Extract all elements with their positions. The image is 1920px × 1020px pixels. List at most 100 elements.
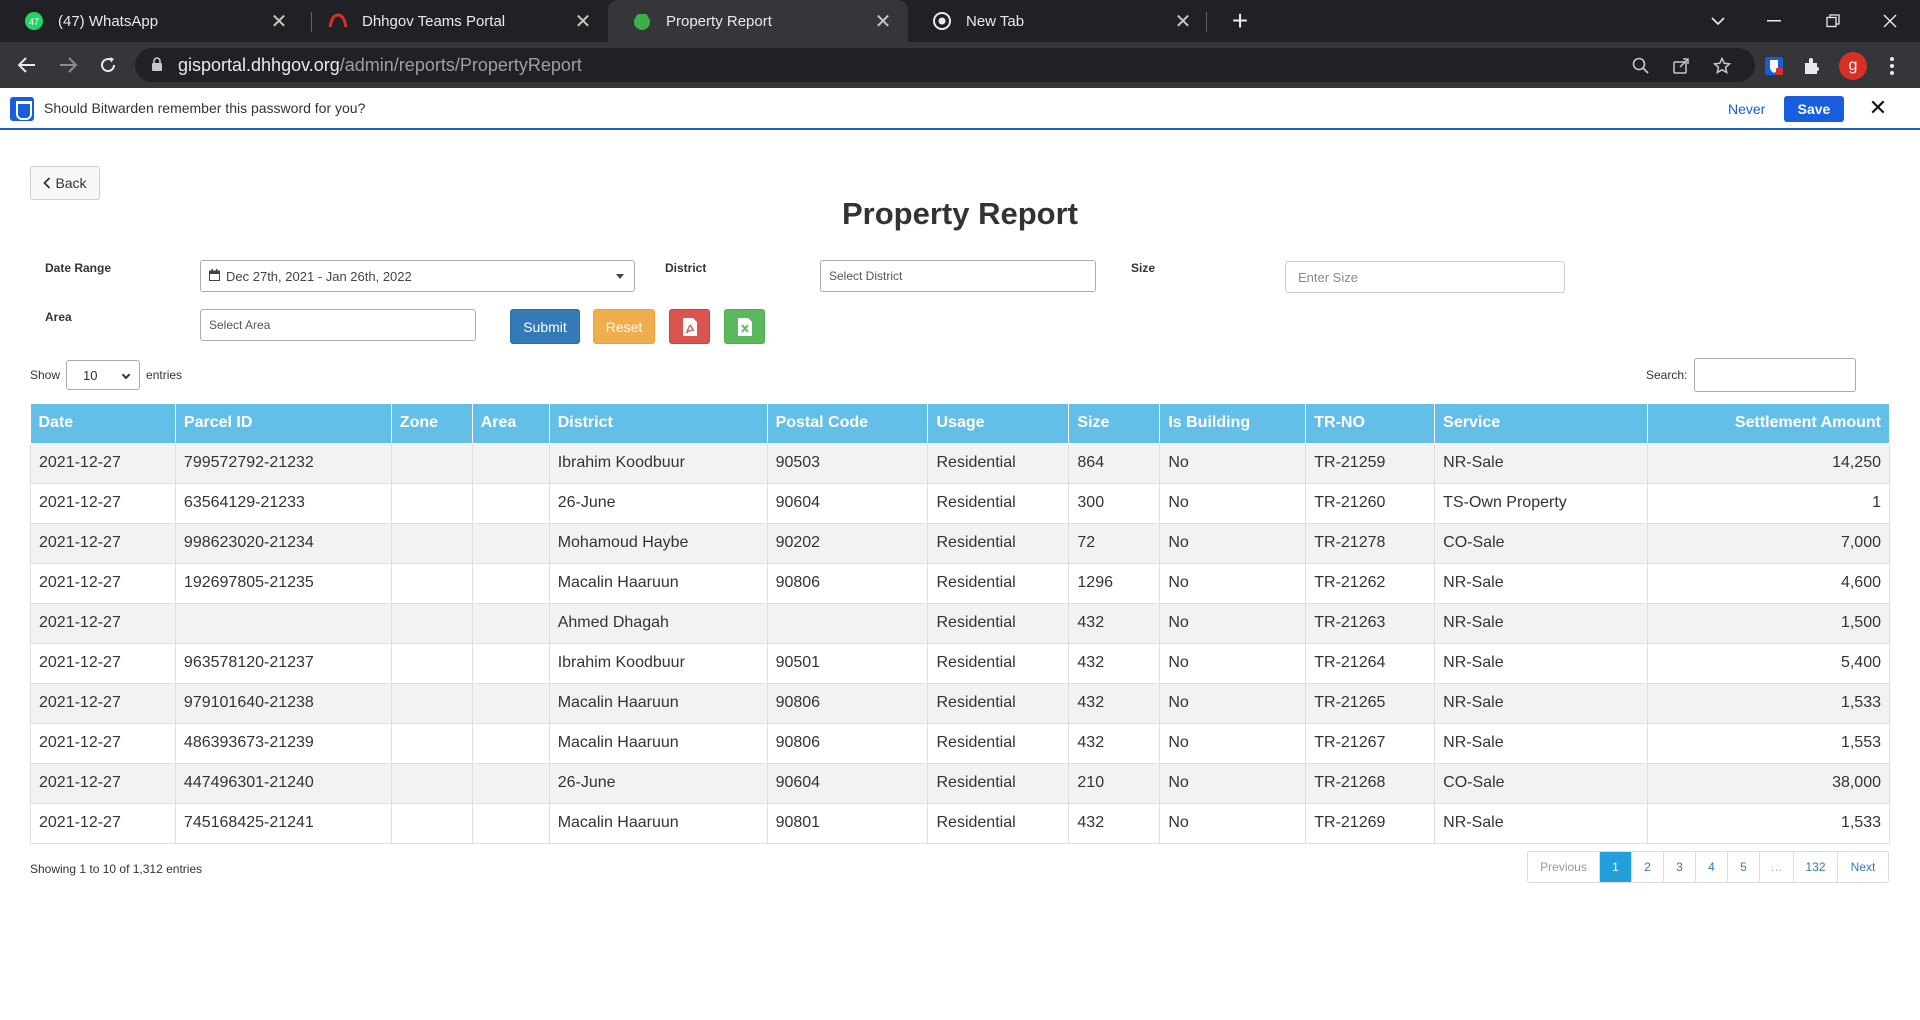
cell-area	[471, 802, 550, 844]
lock-icon[interactable]	[151, 57, 163, 71]
close-icon[interactable]: ✕	[1866, 95, 1890, 120]
cell-zone	[390, 642, 473, 684]
back-button[interactable]: Back	[30, 166, 100, 200]
close-tab-icon[interactable]: ✕	[1168, 9, 1198, 34]
omnibox[interactable]: gisportal.dhhgov.org/admin/reports/Prope…	[135, 48, 1755, 82]
cell-settlement-amount: 38,000	[1647, 762, 1890, 804]
share-icon[interactable]	[1669, 54, 1693, 78]
address-toolbar: gisportal.dhhgov.org/admin/reports/Prope…	[0, 42, 1920, 88]
tab-property-report[interactable]: Property Report ✕	[608, 0, 908, 42]
property-report-table: Date Parcel ID Zone Area District Postal…	[30, 404, 1890, 844]
cell-district: Ibrahim Koodbuur	[548, 442, 768, 484]
pagination-page-2[interactable]: 2	[1632, 852, 1664, 882]
tab-whatsapp[interactable]: 47 (47) WhatsApp ✕	[0, 0, 304, 42]
tab-new-tab[interactable]: New Tab ✕	[908, 0, 1208, 42]
bitwarden-save-button[interactable]: Save	[1784, 96, 1844, 122]
district-select[interactable]: Select District	[820, 260, 1096, 292]
bitwarden-message: Should Bitwarden remember this password …	[44, 100, 366, 116]
export-excel-button[interactable]	[724, 309, 765, 344]
close-tab-icon[interactable]: ✕	[868, 9, 898, 34]
reload-icon[interactable]	[93, 50, 123, 80]
page-length-select[interactable]: 10	[66, 360, 141, 390]
table-row: 2021-12-27 963578120-21237 Ibrahim Koodbuu…	[30, 642, 1890, 684]
tab-teams-portal[interactable]: Dhhgov Teams Portal ✕	[304, 0, 608, 42]
pagination-page-5[interactable]: 5	[1728, 852, 1760, 882]
search-input[interactable]	[1694, 358, 1857, 392]
profile-avatar[interactable]: g	[1839, 52, 1867, 80]
column-header-date[interactable]: Date	[30, 404, 176, 444]
close-window-button[interactable]	[1862, 0, 1918, 42]
cell-parcel-id: 745168425-21241	[174, 802, 392, 844]
table-row: 2021-12-27 998623020-21234 Mohamoud Haybe 9…	[30, 522, 1890, 564]
menu-icon[interactable]	[1878, 52, 1906, 80]
new-tab-button[interactable]: +	[1220, 0, 1260, 42]
pagination: Previous 1 2 3 4 5 … 132 Next	[1527, 851, 1889, 883]
property-report-icon	[632, 11, 652, 31]
close-tab-icon[interactable]: ✕	[568, 9, 598, 34]
pagination-page-3[interactable]: 3	[1664, 852, 1696, 882]
table-info: Showing 1 to 10 of 1,312 entries	[30, 862, 203, 876]
whatsapp-icon: 47	[24, 11, 44, 31]
cell-zone	[390, 562, 473, 604]
close-tab-icon[interactable]: ✕	[264, 9, 294, 34]
size-input[interactable]: Enter Size	[1285, 261, 1565, 293]
cell-postal-code: 90604	[766, 482, 929, 524]
never-link[interactable]: Never	[1728, 101, 1765, 117]
column-header-usage[interactable]: Usage	[927, 404, 1070, 444]
pagination-next[interactable]: Next	[1838, 852, 1888, 882]
url-text[interactable]: gisportal.dhhgov.org/admin/reports/Prope…	[178, 55, 582, 76]
table-search-control: Search:	[1646, 358, 1857, 392]
area-select[interactable]: Select Area	[200, 309, 476, 341]
cell-is-building: No	[1159, 722, 1307, 764]
column-header-settlement-amount[interactable]: Settlement Amount	[1647, 404, 1890, 444]
back-nav-icon[interactable]	[12, 50, 42, 80]
star-icon[interactable]	[1710, 54, 1734, 78]
pagination-page-1[interactable]: 1	[1600, 852, 1632, 882]
column-header-district[interactable]: District	[549, 404, 768, 444]
cell-date: 2021-12-27	[30, 522, 176, 564]
cell-service: NR-Sale	[1434, 642, 1649, 684]
pagination-page-132[interactable]: 132	[1794, 852, 1838, 882]
cell-zone	[390, 722, 473, 764]
column-header-parcel-id[interactable]: Parcel ID	[175, 404, 392, 444]
column-header-postal-code[interactable]: Postal Code	[767, 404, 929, 444]
size-placeholder: Enter Size	[1298, 269, 1358, 285]
pagination-previous[interactable]: Previous	[1528, 852, 1600, 882]
column-header-tr-no[interactable]: TR-NO	[1305, 404, 1436, 444]
reset-button[interactable]: Reset	[593, 309, 655, 344]
submit-button[interactable]: Submit	[510, 309, 580, 344]
cell-parcel-id: 979101640-21238	[174, 682, 392, 724]
date-range-picker[interactable]: Dec 27th, 2021 - Jan 26th, 2022	[200, 260, 635, 292]
cell-size: 432	[1068, 602, 1161, 644]
cell-is-building: No	[1159, 682, 1307, 724]
url-host: gisportal.dhhgov.org	[178, 55, 340, 75]
minimize-button[interactable]	[1746, 0, 1802, 42]
cell-district: Macalin Haaruun	[548, 722, 768, 764]
cell-date: 2021-12-27	[30, 562, 176, 604]
cell-usage: Residential	[927, 602, 1070, 644]
export-pdf-button[interactable]	[669, 309, 710, 344]
zoom-icon[interactable]	[1629, 54, 1653, 78]
column-header-service[interactable]: Service	[1434, 404, 1649, 444]
caret-down-icon	[616, 274, 624, 279]
cell-settlement-amount: 5,400	[1647, 642, 1890, 684]
bitwarden-icon	[10, 97, 34, 121]
minimize-icon	[1767, 20, 1781, 22]
column-header-size[interactable]: Size	[1068, 404, 1161, 444]
cell-postal-code: 90806	[766, 562, 929, 604]
extensions-icon[interactable]	[1798, 52, 1826, 80]
column-header-area[interactable]: Area	[472, 404, 550, 444]
cell-settlement-amount: 1,533	[1647, 682, 1890, 724]
column-header-zone[interactable]: Zone	[391, 404, 473, 444]
cell-date: 2021-12-27	[30, 722, 176, 764]
cell-district: Macalin Haaruun	[548, 802, 768, 844]
cell-parcel-id: 963578120-21237	[174, 642, 392, 684]
pagination-page-4[interactable]: 4	[1696, 852, 1728, 882]
forward-nav-icon[interactable]	[53, 50, 83, 80]
column-header-is-building[interactable]: Is Building	[1159, 404, 1307, 444]
bitwarden-icon[interactable]	[1760, 52, 1788, 80]
cell-service: NR-Sale	[1434, 722, 1649, 764]
tab-search-button[interactable]	[1690, 0, 1746, 42]
restore-button[interactable]	[1805, 0, 1861, 42]
cell-size: 210	[1068, 762, 1161, 804]
